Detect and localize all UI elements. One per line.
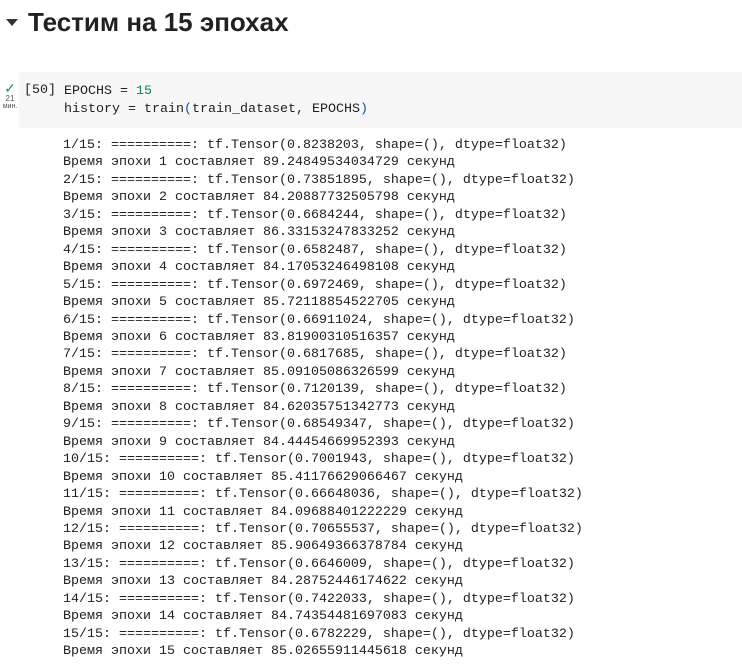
output-line: Время эпохи 6 составляет 83.819003105163… — [63, 329, 455, 345]
code-text: history = train — [64, 101, 184, 117]
output-line: Время эпохи 11 составляет 84.09688401222… — [63, 504, 463, 520]
cell-run-status: ✓ 21 мин. — [0, 80, 20, 111]
output-line: 9/15: ==========: tf.Tensor(0.68549347, … — [63, 417, 575, 433]
output-line: 8/15: ==========: tf.Tensor(0.7120139, s… — [63, 382, 567, 398]
output-line: Время эпохи 8 составляет 84.620357513427… — [63, 399, 455, 415]
output-line: 2/15: ==========: tf.Tensor(0.73851895, … — [63, 172, 575, 188]
code-line: EPOCHS = 15 — [64, 83, 368, 101]
output-line: 3/15: ==========: tf.Tensor(0.6684244, s… — [63, 207, 567, 223]
output-line: 11/15: ==========: tf.Tensor(0.66648036,… — [63, 487, 583, 503]
output-line: Время эпохи 10 составляет 85.41176629066… — [63, 469, 463, 485]
section-title: Тестим на 15 эпохах — [28, 6, 289, 37]
output-line: 14/15: ==========: tf.Tensor(0.7422033, … — [63, 591, 575, 607]
output-line: 4/15: ==========: tf.Tensor(0.6582487, s… — [63, 242, 567, 258]
section-header: Тестим на 15 эпохах — [0, 4, 289, 40]
output-line: Время эпохи 3 составляет 86.331532478332… — [63, 225, 455, 241]
code-paren: ) — [359, 101, 368, 117]
collapse-caret-icon[interactable] — [6, 18, 18, 26]
checkmark-icon: ✓ — [4, 80, 16, 96]
cell-output: 1/15: ==========: tf.Tensor(0.8238203, s… — [63, 137, 583, 661]
output-line: Время эпохи 14 составляет 84.74354481697… — [63, 609, 463, 625]
code-text: EPOCHS = — [64, 84, 136, 99]
code-number: 15 — [135, 84, 152, 99]
output-line: 5/15: ==========: tf.Tensor(0.6972469, s… — [63, 277, 567, 293]
output-line: Время эпохи 4 составляет 84.170532464981… — [63, 260, 455, 276]
output-line: Время эпохи 12 составляет 85.90649366378… — [63, 539, 463, 555]
code-cell[interactable]: [50] EPOCHS = 15 history = train(train_da… — [19, 72, 742, 128]
output-line: Время эпохи 13 составляет 84.28752446174… — [63, 574, 463, 590]
code-line: history = train(train_dataset, EPOCHS) — [64, 101, 368, 119]
output-line: 12/15: ==========: tf.Tensor(0.70655537,… — [63, 521, 583, 537]
output-line: 6/15: ==========: tf.Tensor(0.66911024, … — [63, 312, 575, 328]
execution-count[interactable]: [50] — [24, 83, 56, 98]
run-duration-unit: мин. — [2, 103, 18, 110]
output-line: 13/15: ==========: tf.Tensor(0.6646009, … — [63, 556, 575, 572]
code-editor[interactable]: EPOCHS = 15 history = train(train_dataset… — [64, 83, 368, 118]
code-text: train_dataset, EPOCHS — [191, 101, 360, 117]
code-paren: ( — [183, 101, 192, 117]
run-duration: 21 — [5, 94, 15, 103]
output-line: 7/15: ==========: tf.Tensor(0.6817685, s… — [63, 347, 567, 363]
output-line: 10/15: ==========: tf.Tensor(0.7001943, … — [63, 452, 575, 468]
output-line: Время эпохи 9 составляет 84.444546699523… — [63, 434, 455, 450]
output-line: Время эпохи 2 составляет 84.208877325057… — [63, 190, 455, 206]
output-line: 1/15: ==========: tf.Tensor(0.8238203, s… — [63, 138, 567, 153]
output-line: Время эпохи 7 составляет 85.091050863265… — [63, 364, 455, 380]
output-line: 15/15: ==========: tf.Tensor(0.6782229, … — [63, 626, 575, 642]
output-line: Время эпохи 1 составляет 89.248495340347… — [63, 155, 455, 171]
output-line: Время эпохи 5 составляет 85.721188545227… — [63, 295, 455, 311]
output-line: Время эпохи 15 составляет 85.02655911445… — [63, 644, 463, 660]
